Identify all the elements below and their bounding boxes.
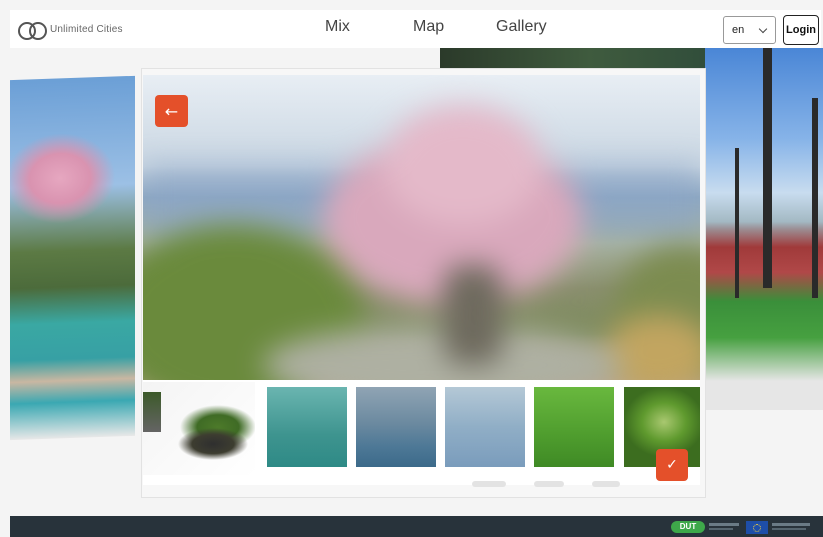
dut-caption (709, 523, 739, 526)
background-pole (735, 148, 739, 298)
back-button[interactable]: ← (155, 95, 188, 127)
preview-blur-layer (143, 75, 700, 380)
logo[interactable]: Unlimited Cities (18, 21, 123, 40)
login-button[interactable]: Login (783, 15, 819, 45)
thumbnail-rippled-water[interactable] (445, 387, 525, 467)
background-pole (812, 98, 818, 298)
arrow-left-icon: ← (164, 101, 179, 121)
language-select[interactable]: en (723, 16, 776, 44)
dut-logo[interactable]: DUT (671, 521, 705, 533)
preview-trunk (443, 265, 503, 365)
faint-placeholder (592, 481, 620, 487)
nav-mix[interactable]: Mix (325, 18, 350, 36)
nav-map[interactable]: Map (413, 18, 444, 36)
preview-blossom-top (383, 105, 543, 225)
footer: DUT (10, 516, 823, 537)
thumbnail-reflective-water[interactable] (356, 387, 436, 467)
thumbnail-island-planter[interactable] (143, 382, 255, 475)
dut-caption (709, 528, 733, 530)
logo-text: Unlimited Cities (50, 23, 123, 35)
thumbnail-turquoise-water[interactable] (267, 387, 347, 467)
chevron-down-icon (758, 24, 768, 34)
thumbnail-green-grass[interactable] (534, 387, 614, 467)
eu-caption (772, 528, 806, 530)
confirm-button[interactable]: ✓ (656, 449, 688, 481)
background-pole (763, 48, 772, 288)
infinity-icon (18, 21, 47, 40)
language-value: en (732, 24, 745, 36)
nav-gallery[interactable]: Gallery (496, 18, 547, 36)
top-bar: Unlimited Cities Mix Map Gallery en Logi… (10, 10, 821, 48)
eu-flag-icon (746, 521, 768, 534)
blurred-preview-image: ← (143, 75, 700, 380)
background-left-photo (10, 75, 135, 441)
eu-stars-icon (753, 523, 761, 532)
check-icon: ✓ (666, 457, 678, 473)
faint-placeholder (534, 481, 564, 487)
image-editor-modal: ← ✓ (141, 68, 706, 498)
texture-thumbnail-strip[interactable] (143, 380, 700, 485)
faint-placeholder (472, 481, 506, 487)
eu-caption (772, 523, 810, 526)
